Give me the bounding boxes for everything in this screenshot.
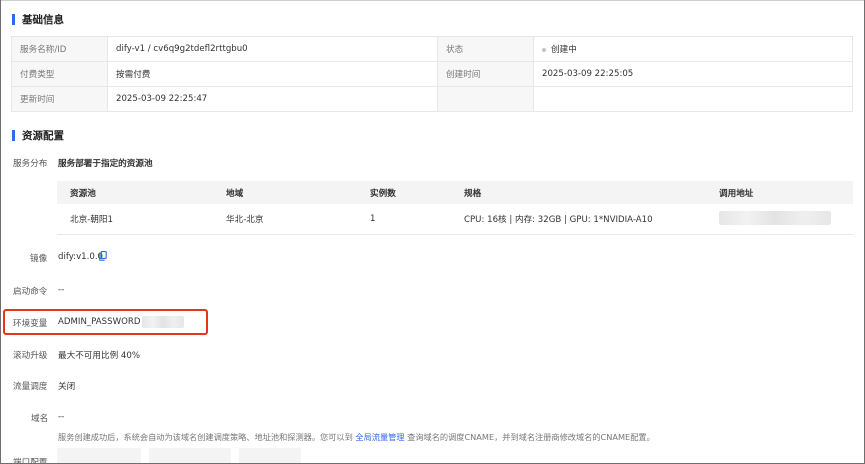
page-frame [0, 0, 865, 464]
